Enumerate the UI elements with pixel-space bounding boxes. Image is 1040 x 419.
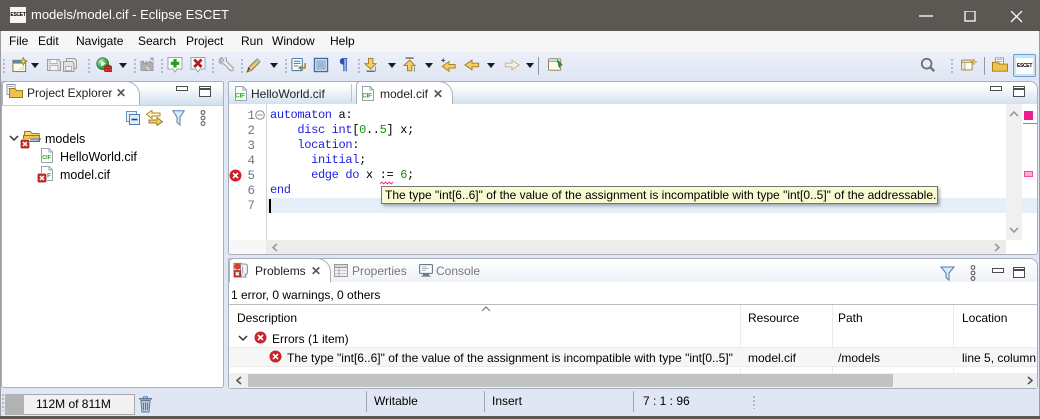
svg-text:CIF: CIF <box>42 155 52 161</box>
svg-text:CIF: CIF <box>235 93 245 100</box>
svg-text:CIF: CIF <box>362 93 372 100</box>
